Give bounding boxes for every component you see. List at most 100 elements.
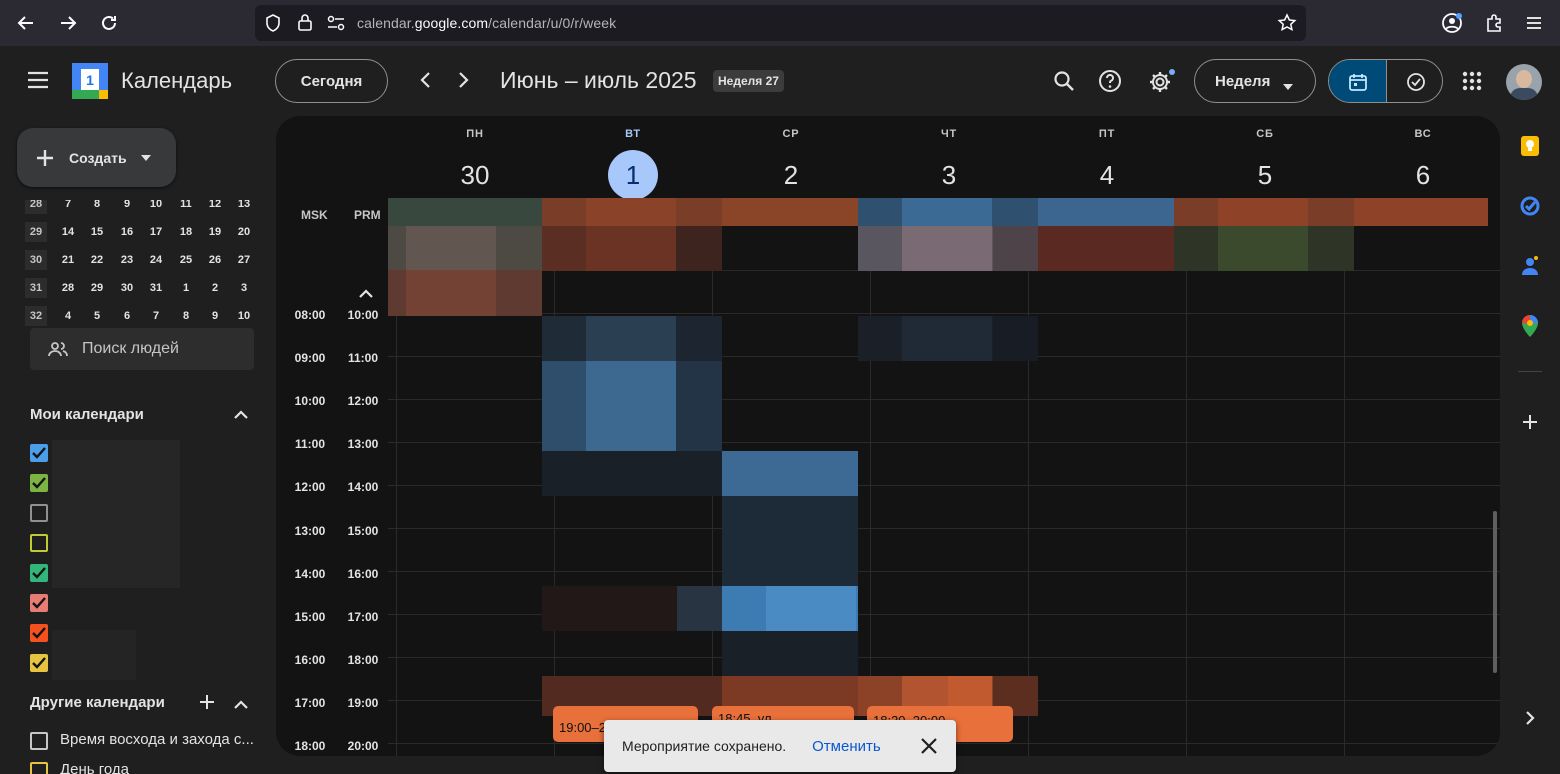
- day-header[interactable]: ПТ 4: [1028, 116, 1186, 198]
- event-block[interactable]: [902, 226, 992, 271]
- calendar-checkbox[interactable]: [30, 594, 48, 612]
- mini-calendar-day[interactable]: 19: [201, 222, 229, 242]
- prev-week-icon[interactable]: [418, 71, 434, 94]
- main-menu-icon[interactable]: [27, 71, 49, 94]
- contacts-icon[interactable]: [1518, 254, 1542, 278]
- calendar-logo[interactable]: 1: [72, 63, 108, 99]
- mini-calendar-day[interactable]: 12: [201, 200, 229, 214]
- undo-button[interactable]: Отменить: [812, 738, 881, 755]
- extensions-icon[interactable]: [1480, 9, 1508, 37]
- account-icon[interactable]: [1438, 9, 1466, 37]
- expand-panel-chevron-icon[interactable]: [1518, 706, 1542, 730]
- mini-calendar-day[interactable]: 28: [54, 278, 82, 298]
- today-button[interactable]: Сегодня: [275, 59, 388, 103]
- mini-calendar-day[interactable]: 18: [172, 222, 200, 242]
- mini-calendar-day[interactable]: 26: [201, 250, 229, 270]
- mini-calendar-day[interactable]: 27: [230, 250, 258, 270]
- day-header[interactable]: ЧТ 3: [870, 116, 1028, 198]
- menu-icon[interactable]: [1520, 9, 1548, 37]
- mini-calendar-day[interactable]: 11: [172, 200, 200, 214]
- tasks-mode-icon[interactable]: [1386, 60, 1442, 102]
- mini-calendar-day[interactable]: 22: [83, 250, 111, 270]
- event-block[interactable]: [993, 316, 1038, 361]
- mini-calendar-day[interactable]: 8: [83, 200, 111, 214]
- collapse-allday-chevron-icon[interactable]: [358, 286, 374, 304]
- day-number[interactable]: 30: [450, 150, 500, 200]
- calendar-checkbox[interactable]: [30, 654, 48, 672]
- event-block[interactable]: [676, 361, 722, 451]
- back-icon[interactable]: [12, 9, 40, 37]
- calendar-checkbox[interactable]: [30, 444, 48, 462]
- view-selector-button[interactable]: Неделя: [1194, 59, 1316, 103]
- mini-calendar-day[interactable]: 24: [142, 250, 170, 270]
- tasks-icon[interactable]: [1518, 194, 1542, 218]
- event-block[interactable]: [586, 361, 676, 451]
- event-block[interactable]: [722, 496, 858, 586]
- forward-icon[interactable]: [54, 9, 82, 37]
- create-button[interactable]: Создать: [17, 128, 176, 187]
- other-calendar-label[interactable]: Время восхода и захода с...: [60, 731, 254, 748]
- event-block[interactable]: [677, 586, 722, 631]
- mini-calendar-day[interactable]: 21: [54, 250, 82, 270]
- site-permissions-icon[interactable]: [327, 15, 345, 36]
- add-addon-plus-icon[interactable]: [1518, 410, 1542, 434]
- reload-icon[interactable]: [95, 9, 123, 37]
- mini-calendar-day[interactable]: 20: [230, 222, 258, 242]
- event-block[interactable]: [1038, 198, 1174, 226]
- calendar-mode-icon[interactable]: [1329, 60, 1386, 102]
- event-block[interactable]: [388, 198, 542, 226]
- day-header[interactable]: ВС 6: [1344, 116, 1500, 198]
- mini-calendar-day[interactable]: 13: [230, 200, 258, 214]
- event-block[interactable]: [722, 451, 858, 496]
- close-icon[interactable]: [920, 737, 938, 755]
- mini-calendar-day[interactable]: 31: [142, 278, 170, 298]
- people-search-input[interactable]: Поиск людей: [30, 328, 254, 370]
- settings-gear-icon[interactable]: [1148, 68, 1176, 101]
- day-number[interactable]: 3: [924, 150, 974, 200]
- mini-calendar-day[interactable]: 1: [172, 278, 200, 298]
- avatar[interactable]: [1506, 64, 1542, 100]
- day-header[interactable]: ПН 30: [396, 116, 554, 198]
- event-block[interactable]: [406, 226, 496, 271]
- event-block[interactable]: [722, 631, 858, 676]
- event-block[interactable]: [1354, 198, 1488, 226]
- day-number[interactable]: 6: [1398, 150, 1448, 200]
- event-block[interactable]: [993, 226, 1038, 271]
- mini-calendar-day[interactable]: 10: [230, 306, 258, 326]
- chevron-up-icon[interactable]: [233, 407, 249, 425]
- day-number[interactable]: 5: [1240, 150, 1290, 200]
- mini-calendar-day[interactable]: 14: [54, 222, 82, 242]
- url-bar[interactable]: calendar.google.com/calendar/u/0/r/week: [255, 5, 1306, 41]
- mini-calendar-day[interactable]: 15: [83, 222, 111, 242]
- other-calendars-title[interactable]: Другие календари: [30, 694, 165, 711]
- mini-calendar-day[interactable]: 16: [113, 222, 141, 242]
- day-number[interactable]: 2: [766, 150, 816, 200]
- mini-calendar-day[interactable]: 9: [113, 200, 141, 214]
- day-header[interactable]: СБ 5: [1186, 116, 1344, 198]
- search-icon[interactable]: [1053, 70, 1075, 97]
- lock-icon[interactable]: [297, 13, 313, 36]
- event-block[interactable]: [766, 586, 856, 631]
- mini-calendar-day[interactable]: 6: [113, 306, 141, 326]
- mini-calendar-day[interactable]: 25: [172, 250, 200, 270]
- calendar-checkbox[interactable]: [30, 474, 48, 492]
- day-number[interactable]: 4: [1082, 150, 1132, 200]
- event-block[interactable]: [542, 586, 677, 631]
- mini-calendar-day[interactable]: 5: [83, 306, 111, 326]
- event-block[interactable]: [902, 198, 992, 226]
- help-icon[interactable]: [1098, 69, 1122, 98]
- day-header[interactable]: ВТ 1: [554, 116, 712, 200]
- other-calendar-checkbox[interactable]: [30, 732, 48, 750]
- calendar-checkbox[interactable]: [30, 504, 48, 522]
- add-calendar-plus-icon[interactable]: [199, 694, 215, 715]
- event-block[interactable]: [542, 451, 722, 496]
- event-block[interactable]: [1218, 198, 1308, 226]
- mini-calendar-day[interactable]: 23: [113, 250, 141, 270]
- keep-icon[interactable]: [1518, 134, 1542, 158]
- event-block[interactable]: [676, 226, 722, 271]
- event-block[interactable]: [1038, 226, 1174, 271]
- shield-icon[interactable]: [265, 14, 281, 37]
- bookmark-star-icon[interactable]: [1277, 13, 1297, 38]
- event-block[interactable]: [406, 270, 496, 316]
- other-calendar-label[interactable]: День года: [60, 761, 129, 774]
